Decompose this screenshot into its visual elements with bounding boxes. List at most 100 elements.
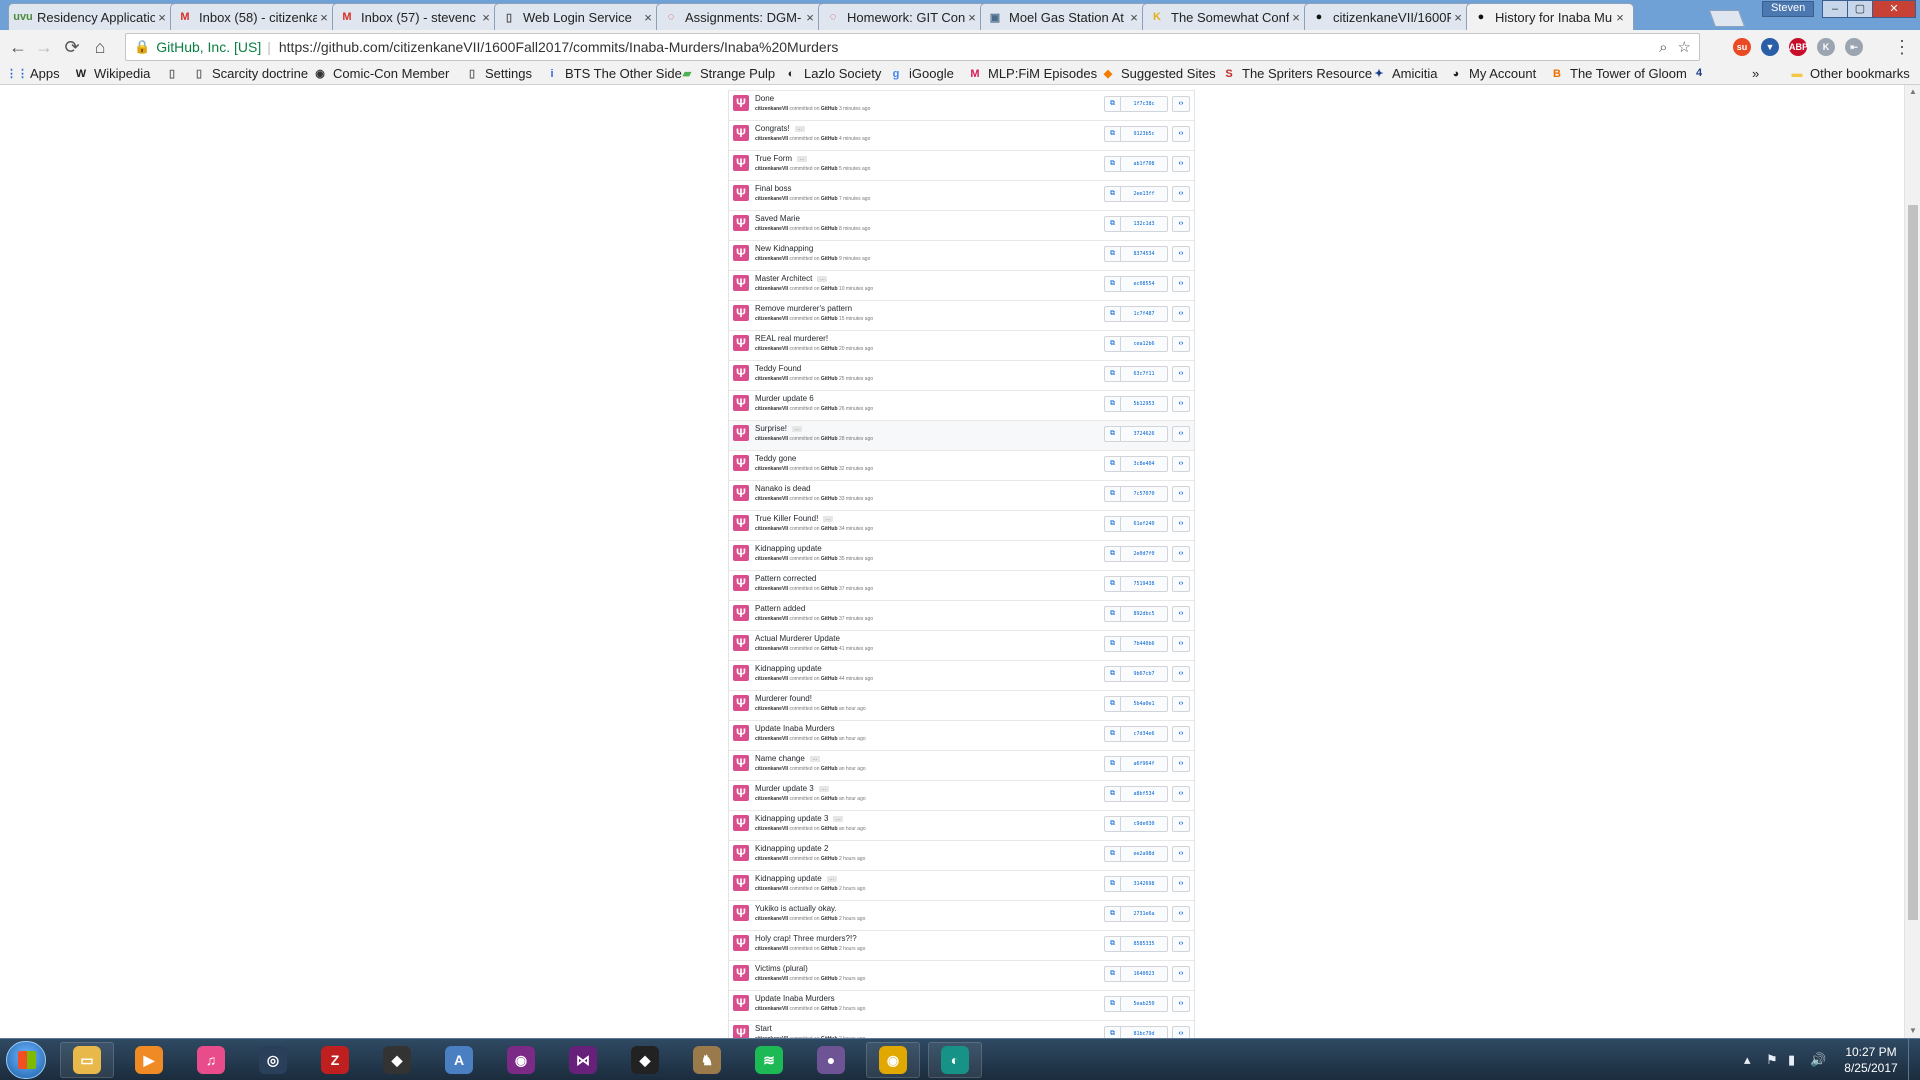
commit-message[interactable]: Kidnapping update 2: [755, 844, 828, 853]
copy-sha-icon[interactable]: ⧉: [1105, 157, 1121, 171]
avatar[interactable]: Ψ: [733, 665, 749, 681]
commit-message[interactable]: Murderer found!: [755, 694, 812, 703]
commit-author[interactable]: citizenkaneVII: [755, 466, 788, 472]
browse-repo-icon[interactable]: ‹›: [1172, 486, 1190, 502]
commit-author[interactable]: citizenkaneVII: [755, 826, 788, 832]
commit-sha-link[interactable]: ec08554: [1121, 277, 1167, 291]
taskbar-app[interactable]: ◎: [246, 1042, 300, 1078]
commit-author[interactable]: citizenkaneVII: [755, 226, 788, 232]
copy-sha-icon[interactable]: ⧉: [1105, 847, 1121, 861]
commit-author[interactable]: citizenkaneVII: [755, 616, 788, 622]
show-hidden-icons-icon[interactable]: ▴: [1744, 1052, 1751, 1068]
commit-message-text[interactable]: Yukiko is actually okay.: [755, 904, 837, 913]
commit-message[interactable]: True Killer Found!…: [755, 514, 834, 523]
commit-message-text[interactable]: Murder update 3: [755, 784, 814, 793]
browse-repo-icon[interactable]: ‹›: [1172, 216, 1190, 232]
avatar[interactable]: Ψ: [733, 395, 749, 411]
avatar[interactable]: Ψ: [733, 215, 749, 231]
tab-6[interactable]: ◌ Homework: GIT Con ×: [818, 3, 986, 30]
commit-author[interactable]: citizenkaneVII: [755, 136, 788, 142]
commit-sha-link[interactable]: 81bc79d: [1121, 1027, 1167, 1038]
expand-message-button[interactable]: …: [818, 785, 829, 792]
commit-author[interactable]: citizenkaneVII: [755, 406, 788, 412]
commit-message-text[interactable]: Update Inaba Murders: [755, 724, 835, 733]
commit-message-text[interactable]: Saved Marie: [755, 214, 800, 223]
commit-author[interactable]: citizenkaneVII: [755, 436, 788, 442]
expand-message-button[interactable]: …: [833, 815, 844, 822]
avatar[interactable]: Ψ: [733, 185, 749, 201]
bookmark-item[interactable]: ✦ Amicitia: [1372, 66, 1437, 81]
copy-sha-icon[interactable]: ⧉: [1105, 397, 1121, 411]
commit-message[interactable]: Remove murderer's pattern: [755, 304, 852, 313]
back-button[interactable]: ←: [6, 35, 30, 59]
tab-2[interactable]: M Inbox (58) - citizenka ×: [170, 3, 338, 30]
avatar[interactable]: Ψ: [733, 155, 749, 171]
clock[interactable]: 10:27 PM 8/25/2017: [1838, 1044, 1904, 1076]
avatar[interactable]: Ψ: [733, 845, 749, 861]
tab-close-icon[interactable]: ×: [1127, 10, 1141, 25]
browse-repo-icon[interactable]: ‹›: [1172, 996, 1190, 1012]
avatar[interactable]: Ψ: [733, 125, 749, 141]
commit-message-text[interactable]: Update Inaba Murders: [755, 994, 835, 1003]
action-center-flag-icon[interactable]: ⚑: [1766, 1052, 1778, 1068]
reload-button[interactable]: ⟳: [60, 35, 84, 59]
scroll-down-arrow-icon[interactable]: ▼: [1905, 1024, 1920, 1038]
commit-message-text[interactable]: True Killer Found!: [755, 514, 818, 523]
commit-message[interactable]: Kidnapping update…: [755, 874, 837, 883]
copy-sha-icon[interactable]: ⧉: [1105, 667, 1121, 681]
taskbar-app[interactable]: ◉: [494, 1042, 548, 1078]
commit-message-text[interactable]: Pattern corrected: [755, 574, 816, 583]
bookmark-item[interactable]: ◉ Comic-Con Member: [313, 66, 449, 81]
copy-sha-icon[interactable]: ⧉: [1105, 307, 1121, 321]
tab-7[interactable]: ▣ Moel Gas Station At ×: [980, 3, 1148, 30]
tab-1[interactable]: uvu Residency Applicatio ×: [8, 3, 176, 30]
commit-message-text[interactable]: True Form: [755, 154, 792, 163]
bookmark-item[interactable]: M MLP:FiM Episodes: [968, 66, 1097, 81]
taskbar-app[interactable]: ◐: [928, 1042, 982, 1078]
taskbar-app[interactable]: Z: [308, 1042, 362, 1078]
taskbar-app[interactable]: ◆: [618, 1042, 672, 1078]
commit-sha-link[interactable]: 3142698: [1121, 877, 1167, 891]
avatar[interactable]: Ψ: [733, 875, 749, 891]
commit-author[interactable]: citizenkaneVII: [755, 946, 788, 952]
browse-repo-icon[interactable]: ‹›: [1172, 606, 1190, 622]
url-text[interactable]: https://github.com/citizenkaneVII/1600Fa…: [279, 39, 1649, 55]
commit-message-text[interactable]: Name change: [755, 754, 805, 763]
tab-close-icon[interactable]: ×: [1451, 10, 1465, 25]
bookmark-item[interactable]: ◕ My Account: [1449, 66, 1537, 81]
address-bar[interactable]: 🔒 GitHub, Inc. [US] | https://github.com…: [125, 33, 1700, 61]
expand-message-button[interactable]: …: [792, 425, 803, 432]
commit-sha-link[interactable]: 892dbc5: [1121, 607, 1167, 621]
tab-10[interactable]: ● History for Inaba Mu ×: [1466, 3, 1634, 30]
profile-button[interactable]: Steven: [1762, 1, 1815, 17]
secure-org-label[interactable]: GitHub, Inc. [US]: [156, 39, 261, 55]
copy-sha-icon[interactable]: ⧉: [1105, 277, 1121, 291]
expand-message-button[interactable]: …: [809, 755, 820, 762]
commit-message[interactable]: Master Architect…: [755, 274, 828, 283]
network-icon[interactable]: ▮: [1788, 1052, 1795, 1068]
commit-sha-link[interactable]: 1c7f487: [1121, 307, 1167, 321]
bookmark-star-icon[interactable]: ☆: [1678, 38, 1691, 56]
copy-sha-icon[interactable]: ⧉: [1105, 757, 1121, 771]
commit-sha-link[interactable]: 9b67cb7: [1121, 667, 1167, 681]
avatar[interactable]: Ψ: [733, 335, 749, 351]
commit-message-text[interactable]: Victims (plural): [755, 964, 808, 973]
commit-sha-link[interactable]: 63c7f11: [1121, 367, 1167, 381]
lock-icon[interactable]: 🔒: [134, 39, 150, 55]
browse-repo-icon[interactable]: ‹›: [1172, 756, 1190, 772]
browse-repo-icon[interactable]: ‹›: [1172, 96, 1190, 112]
bookmark-item[interactable]: B The Tower of Gloom: [1550, 66, 1687, 81]
avatar[interactable]: Ψ: [733, 935, 749, 951]
commit-author[interactable]: citizenkaneVII: [755, 346, 788, 352]
commit-author[interactable]: citizenkaneVII: [755, 736, 788, 742]
expand-message-button[interactable]: …: [817, 275, 828, 282]
tab-close-icon[interactable]: ×: [641, 10, 655, 25]
commit-message-text[interactable]: Kidnapping update 2: [755, 844, 828, 853]
commit-message-text[interactable]: New Kidnapping: [755, 244, 813, 253]
commit-message-text[interactable]: Start: [755, 1024, 772, 1033]
copy-sha-icon[interactable]: ⧉: [1105, 637, 1121, 651]
browse-repo-icon[interactable]: ‹›: [1172, 726, 1190, 742]
commit-message-text[interactable]: Kidnapping update 3: [755, 814, 828, 823]
commit-message-text[interactable]: Holy crap! Three murders?!?: [755, 934, 857, 943]
commit-message-text[interactable]: Actual Murderer Update: [755, 634, 840, 643]
